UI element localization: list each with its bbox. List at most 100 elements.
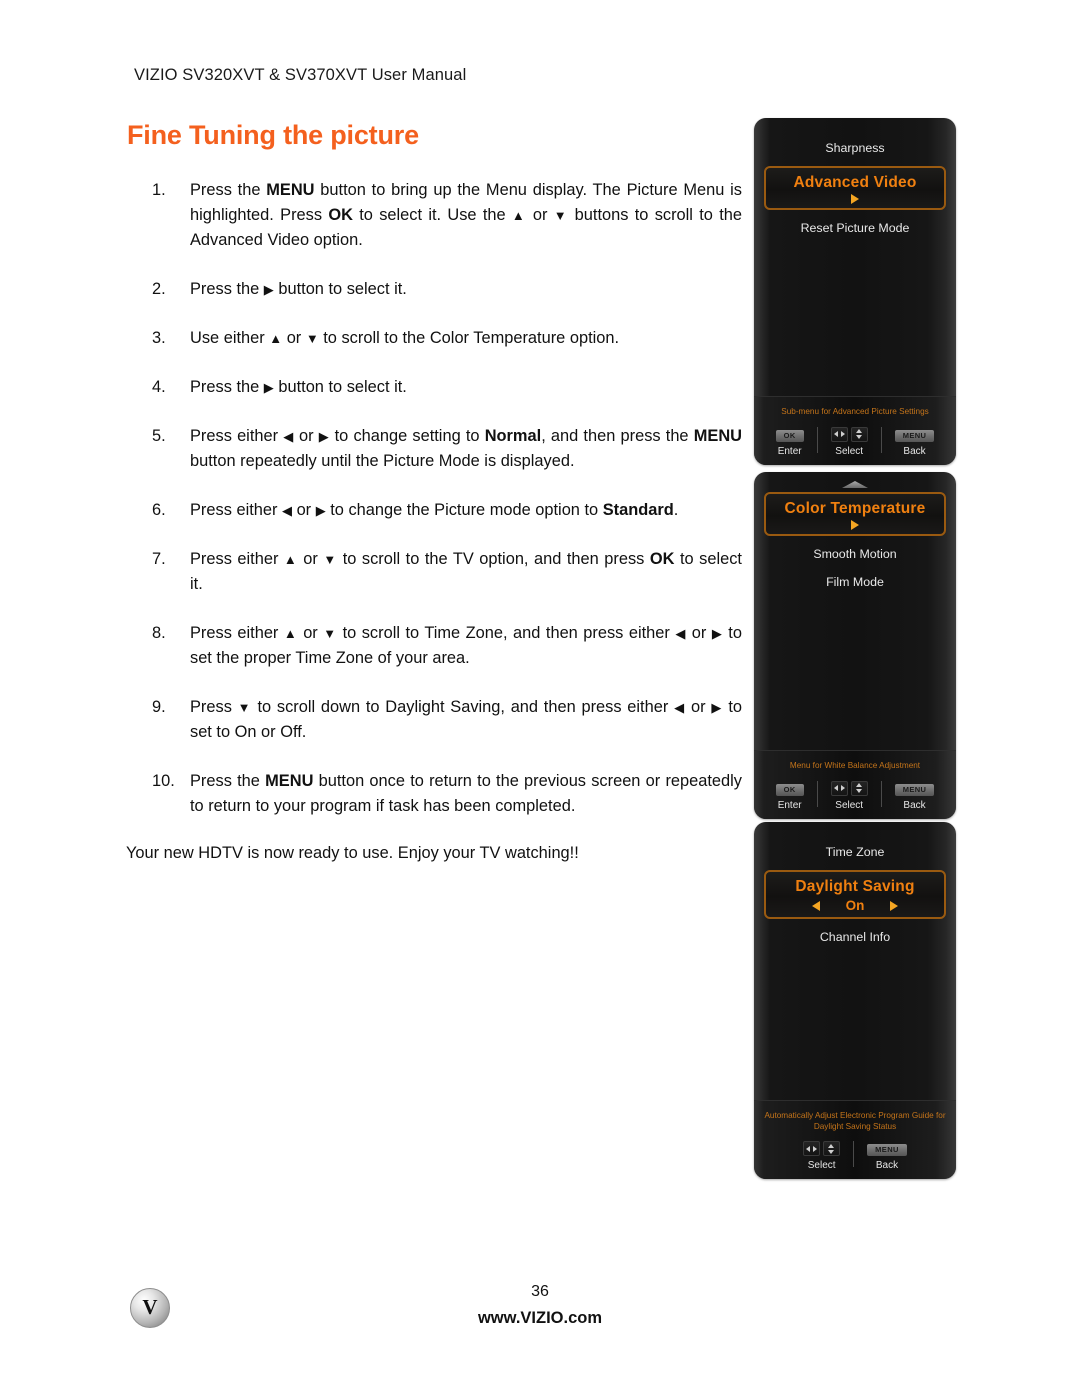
osd-selected-item[interactable]: Daylight Saving On <box>764 870 946 919</box>
osd-key-select[interactable]: Select <box>818 426 881 457</box>
osd-menu-item[interactable]: Reset Picture Mode <box>754 214 956 242</box>
step-number: 8. <box>152 624 166 642</box>
daylight-saving-panel: Time Zone Daylight Saving On Channel Info Au… <box>754 822 956 1179</box>
step-number: 1. <box>152 181 166 199</box>
osd-hint-text: Automatically Adjust Electronic Program … <box>764 1111 946 1131</box>
osd-selected-label: Daylight Saving <box>795 878 915 895</box>
osd-value-adjuster[interactable]: On <box>766 898 944 913</box>
osd-menu-item[interactable]: Time Zone <box>754 838 956 866</box>
key-label: Back <box>903 445 926 457</box>
osd-menu-body: Color Temperature Smooth Motion Film Mode <box>754 472 956 750</box>
left-right-pad-icon[interactable] <box>803 1141 821 1156</box>
step-text: Use either ▲ or ▼ to scroll to the Color… <box>190 329 620 347</box>
osd-key-legend: Select MENU Back <box>754 1141 956 1171</box>
manual-page: VIZIO SV320XVT & SV370XVT User Manual Fi… <box>0 0 1080 1397</box>
left-right-pad-icon[interactable] <box>830 426 848 442</box>
osd-key-select[interactable]: Select <box>818 780 881 811</box>
osd-menu-item[interactable]: Film Mode <box>754 568 956 596</box>
osd-menu-body: Sharpness Advanced Video Reset Picture Mod… <box>754 118 956 396</box>
osd-key-back[interactable]: MENU Back <box>882 429 948 457</box>
scroll-up-icon <box>842 481 868 488</box>
up-down-pad-icon[interactable] <box>823 1141 841 1156</box>
dpad-icons[interactable] <box>803 1141 841 1156</box>
osd-menu-item[interactable]: Smooth Motion <box>754 540 956 568</box>
osd-menu-item[interactable]: Channel Info <box>754 923 956 951</box>
step-text: Press either ▲ or ▼ to scroll to the TV … <box>190 550 742 593</box>
chevron-right-icon[interactable] <box>851 194 859 204</box>
osd-footer: Sub-menu for Advanced Picture Settings OK… <box>754 396 956 465</box>
instruction-step: 9. Press ▼ to scroll down to Daylight Sav… <box>152 695 742 745</box>
osd-key-back[interactable]: MENU Back <box>854 1144 920 1171</box>
osd-key-back[interactable]: MENU Back <box>882 783 948 811</box>
step-text: Press the MENU button once to return to … <box>190 772 742 815</box>
key-label: Select <box>807 1160 836 1171</box>
osd-hint-text: Menu for White Balance Adjustment <box>789 761 921 770</box>
site-url: www.VIZIO.com <box>477 1309 603 1327</box>
step-text: Press the MENU button to bring up the Me… <box>190 181 742 249</box>
instruction-step: 5. Press either ◀ or ▶ to change setting … <box>152 424 742 474</box>
osd-key-legend: OK Enter Select MENU Back <box>754 426 956 457</box>
osd-selected-label: Color Temperature <box>784 500 926 517</box>
advanced-video-panel: Sharpness Advanced Video Reset Picture Mod… <box>754 118 956 465</box>
instruction-step: 7. Press either ▲ or ▼ to scroll to the T… <box>152 547 742 597</box>
step-number: 3. <box>152 329 166 347</box>
instruction-step: 10. Press the MENU button once to return … <box>152 769 742 819</box>
osd-key-select[interactable]: Select <box>790 1141 853 1171</box>
dpad-icons[interactable] <box>830 780 868 796</box>
step-text: Press ▼ to scroll down to Daylight Savin… <box>190 698 742 741</box>
document-header: VIZIO SV320XVT & SV370XVT User Manual <box>134 66 467 84</box>
step-number: 4. <box>152 378 166 396</box>
step-number: 9. <box>152 698 166 716</box>
key-label: Select <box>835 445 864 457</box>
color-temperature-panel: Color Temperature Smooth Motion Film Mode M… <box>754 472 956 819</box>
osd-selected-label: Advanced Video <box>793 174 917 191</box>
closing-paragraph: Your new HDTV is now ready to use. Enjoy… <box>126 844 579 862</box>
page-title: Fine Tuning the picture <box>127 120 419 150</box>
osd-selected-item[interactable]: Color Temperature <box>764 492 946 536</box>
step-text: Press the ▶ button to select it. <box>190 378 407 396</box>
chevron-right-icon[interactable] <box>851 520 859 530</box>
step-number: 2. <box>152 280 166 298</box>
menu-button-icon[interactable]: MENU <box>867 1144 907 1156</box>
step-number: 10. <box>152 772 175 790</box>
osd-spacer <box>754 830 956 838</box>
step-text: Press either ◀ or ▶ to change setting to… <box>190 427 742 470</box>
step-number: 7. <box>152 550 166 568</box>
osd-key-enter[interactable]: OK Enter <box>763 783 817 811</box>
instruction-step-list: 1. Press the MENU button to bring up the … <box>152 178 742 843</box>
dpad-icons[interactable] <box>830 426 868 442</box>
osd-menu-item[interactable]: Sharpness <box>754 134 956 162</box>
osd-key-legend: OK Enter Select MENU Back <box>754 780 956 811</box>
page-number: 36 <box>531 1283 549 1300</box>
osd-selected-item[interactable]: Advanced Video <box>764 166 946 210</box>
key-label: Enter <box>777 799 802 811</box>
step-number: 5. <box>152 427 166 445</box>
instruction-step: 8. Press either ▲ or ▼ to scroll to Time … <box>152 621 742 671</box>
ok-button-icon[interactable]: OK <box>775 429 804 442</box>
instruction-step: 2. Press the ▶ button to select it. <box>152 277 742 302</box>
left-right-pad-icon[interactable] <box>830 780 848 796</box>
up-down-pad-icon[interactable] <box>850 780 868 796</box>
osd-key-enter[interactable]: OK Enter <box>763 429 817 457</box>
ok-button-icon[interactable]: OK <box>775 783 804 796</box>
instruction-step: 1. Press the MENU button to bring up the … <box>152 178 742 253</box>
key-label: Back <box>875 1160 899 1171</box>
menu-button-icon[interactable]: MENU <box>894 429 935 442</box>
osd-spacer <box>754 126 956 134</box>
chevron-left-icon[interactable] <box>811 900 820 911</box>
osd-menu-body: Time Zone Daylight Saving On Channel Info <box>754 822 956 1100</box>
instruction-step: 4. Press the ▶ button to select it. <box>152 375 742 400</box>
instruction-step: 3. Use either ▲ or ▼ to scroll to the Col… <box>152 326 742 351</box>
osd-selected-value: On <box>845 898 865 913</box>
chevron-right-icon[interactable] <box>890 900 899 911</box>
step-text: Press either ◀ or ▶ to change the Pictur… <box>190 501 679 519</box>
osd-footer: Menu for White Balance Adjustment OK Enter… <box>754 750 956 819</box>
up-down-pad-icon[interactable] <box>850 426 868 442</box>
step-text: Press either ▲ or ▼ to scroll to Time Zo… <box>190 624 742 667</box>
osd-hint-text: Sub-menu for Advanced Picture Settings <box>781 407 929 416</box>
osd-footer: Automatically Adjust Electronic Program … <box>754 1100 956 1179</box>
instruction-step: 6. Press either ◀ or ▶ to change the Pict… <box>152 498 742 523</box>
key-label: Back <box>903 799 926 811</box>
step-text: Press the ▶ button to select it. <box>190 280 407 298</box>
menu-button-icon[interactable]: MENU <box>894 783 935 796</box>
